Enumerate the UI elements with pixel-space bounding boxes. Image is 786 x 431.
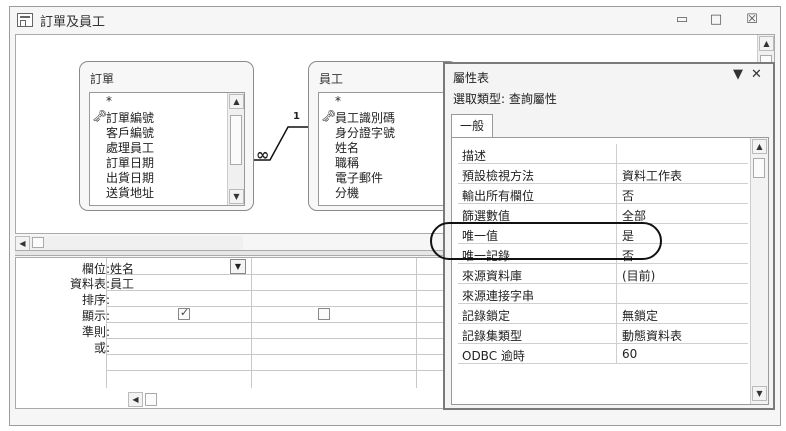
row-label-table: 資料表: [69, 277, 110, 291]
field-item[interactable]: 分機 [335, 184, 359, 201]
scroll-thumb[interactable] [145, 393, 157, 406]
chevron-down-icon[interactable]: ▼ [230, 259, 246, 274]
property-separator [616, 304, 617, 323]
scroll-left-icon[interactable]: ◀ [128, 392, 143, 407]
titlebar: 訂單及員工 ▭ □ ☒ [10, 7, 780, 33]
property-list-scrollbar[interactable]: ▲ ▼ [750, 138, 768, 404]
property-row[interactable]: 來源資料庫 (目前) [458, 264, 748, 284]
tab-general[interactable]: 一般 [451, 114, 493, 138]
query-design-window: 訂單及員工 ▭ □ ☒ 訂單 * 🗝 訂單編號 客戶編號 處理員工 訂單日期 出… [9, 6, 781, 426]
one-symbol: 1 [293, 111, 300, 122]
table-employees[interactable]: 員工 * 🗝 員工識別碼 身分證字號 姓名 職稱 電子郵件 分機 [308, 61, 458, 211]
property-value[interactable]: 否 [622, 187, 634, 204]
grid-divider [106, 370, 446, 371]
grid-divider [106, 322, 446, 323]
table-employees-title: 員工 [319, 72, 344, 86]
scroll-up-icon[interactable]: ▲ [759, 36, 774, 51]
row-label-show: 顯示: [81, 309, 110, 323]
row-label-criteria: 準則: [81, 325, 110, 339]
table-pane-hscrollbar[interactable]: ◀ [15, 236, 243, 251]
property-row[interactable]: 預設檢視方法 資料工作表 [458, 164, 748, 184]
property-name: 預設檢視方法 [462, 169, 535, 183]
sheet-menu-icon[interactable]: ▼ [733, 67, 743, 82]
row-label-sort: 排序: [81, 293, 110, 307]
property-row[interactable]: 來源連接字串 [458, 284, 748, 304]
property-separator [616, 184, 617, 203]
property-name: ODBC 逾時 [462, 349, 525, 363]
show-checkbox-1[interactable] [178, 306, 190, 320]
scroll-down-icon[interactable]: ▼ [752, 386, 767, 401]
sheet-close-icon[interactable]: ✕ [751, 67, 762, 82]
property-name: 來源連接字串 [462, 289, 535, 303]
property-name: 記錄集類型 [462, 329, 523, 343]
scroll-thumb[interactable] [753, 158, 765, 178]
property-separator [616, 284, 617, 303]
property-row[interactable]: ODBC 逾時 60 [458, 344, 748, 364]
grid-divider [416, 258, 417, 388]
grid-table-cell[interactable]: 員工 [110, 275, 134, 292]
window-title: 訂單及員工 [40, 15, 106, 30]
key-icon: 🗝 [321, 109, 337, 123]
query-icon [17, 13, 33, 27]
relationship-line[interactable] [16, 35, 316, 235]
property-separator [616, 324, 617, 343]
grid-divider [106, 306, 446, 307]
scroll-thumb[interactable] [32, 237, 44, 248]
property-name: 來源資料庫 [462, 269, 523, 283]
property-separator [616, 344, 617, 363]
field-star[interactable]: * [335, 94, 341, 108]
property-name: 輸出所有欄位 [462, 189, 535, 203]
property-name: 描述 [462, 149, 487, 163]
selection-type: 選取類型: 查詢屬性 [453, 92, 557, 106]
property-row[interactable]: 記錄集類型 動態資料表 [458, 324, 748, 344]
minimize-button[interactable]: ▭ [670, 9, 694, 31]
highlight-oval [430, 222, 662, 260]
property-separator [616, 144, 617, 163]
grid-divider [106, 338, 446, 339]
property-row[interactable]: 記錄鎖定 無鎖定 [458, 304, 748, 324]
table-employees-field-list: * 🗝 員工識別碼 身分證字號 姓名 職稱 電子郵件 分機 [318, 92, 458, 206]
property-value[interactable]: 60 [622, 347, 637, 361]
property-value[interactable]: 資料工作表 [622, 167, 682, 184]
property-separator [616, 164, 617, 183]
property-name: 記錄鎖定 [462, 309, 511, 323]
many-symbol: ∞ [256, 145, 270, 164]
property-list: 描述 預設檢視方法 資料工作表 輸出所有欄位否 篩選數值 全部 唯一值是 唯一記錄否… [451, 137, 769, 405]
property-value[interactable]: 無鎖定 [622, 307, 658, 324]
property-separator [616, 204, 617, 223]
property-row[interactable]: 輸出所有欄位 否 [458, 184, 748, 204]
property-value[interactable]: (目前) [622, 267, 655, 284]
scroll-up-icon[interactable]: ▲ [752, 139, 767, 154]
show-checkbox-2[interactable] [318, 308, 330, 320]
scroll-left-icon[interactable]: ◀ [15, 236, 30, 251]
maximize-button[interactable]: □ [704, 9, 728, 31]
row-label-or: 或: [93, 341, 110, 355]
property-row[interactable]: 篩選數值 全部 [458, 204, 748, 224]
property-separator [616, 264, 617, 283]
grid-divider [106, 274, 446, 275]
grid-divider [251, 258, 252, 388]
close-button[interactable]: ☒ [740, 9, 764, 31]
property-row[interactable]: 描述 [458, 144, 748, 164]
property-sheet-title: 屬性表 [453, 71, 490, 85]
grid-divider [106, 354, 446, 355]
property-value[interactable]: 動態資料表 [622, 327, 682, 344]
grid-divider [106, 290, 446, 291]
